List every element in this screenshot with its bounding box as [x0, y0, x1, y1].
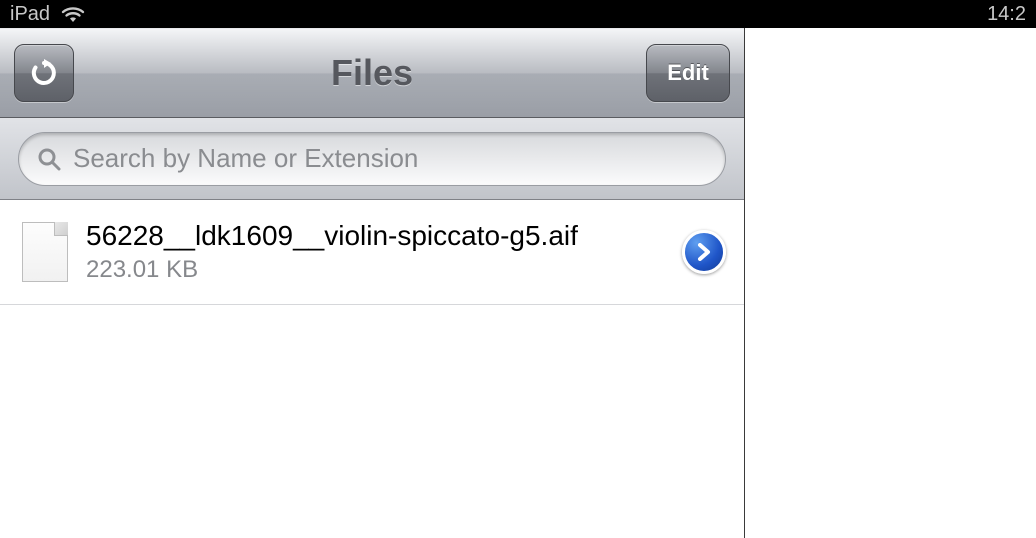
nav-bar: Files Edit [0, 28, 744, 118]
status-left: iPad [10, 3, 86, 26]
edit-button[interactable]: Edit [646, 44, 730, 102]
chevron-right-icon [695, 243, 713, 261]
list-item[interactable]: 56228__ldk1609__violin-spiccato-g5.aif 2… [0, 200, 744, 305]
status-bar: iPad 14:2 [0, 0, 1036, 28]
file-icon [22, 222, 68, 282]
search-bar [0, 118, 744, 200]
search-icon [37, 147, 61, 171]
edit-button-label: Edit [667, 60, 709, 86]
page-title: Files [0, 52, 744, 94]
detail-pane [745, 28, 1036, 538]
master-pane: Files Edit [0, 28, 745, 538]
search-input[interactable] [73, 143, 707, 174]
refresh-icon [29, 58, 59, 88]
file-name: 56228__ldk1609__violin-spiccato-g5.aif [86, 220, 664, 252]
detail-disclosure-button[interactable] [682, 230, 726, 274]
file-size: 223.01 KB [86, 256, 664, 284]
split-view: Files Edit [0, 28, 1036, 538]
list-item-text: 56228__ldk1609__violin-spiccato-g5.aif 2… [86, 220, 664, 284]
file-list: 56228__ldk1609__violin-spiccato-g5.aif 2… [0, 200, 744, 538]
refresh-button[interactable] [14, 44, 74, 102]
device-label: iPad [10, 3, 50, 26]
wifi-icon [60, 4, 86, 24]
search-field[interactable] [18, 132, 726, 186]
status-time: 14:2 [987, 3, 1026, 26]
